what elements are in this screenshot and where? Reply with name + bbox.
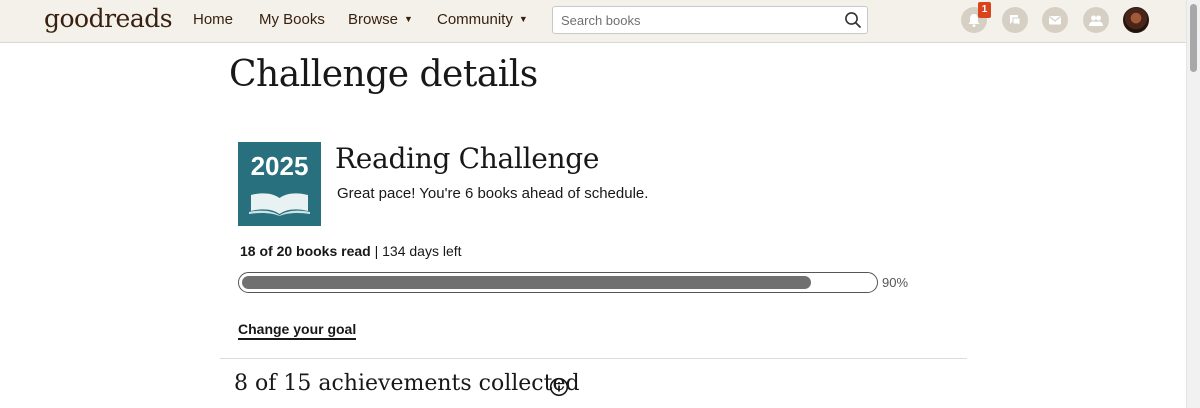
days-left: 134 days left [382, 243, 462, 259]
change-goal-link[interactable]: Change your goal [238, 321, 357, 340]
section-divider [220, 358, 967, 359]
nav-community-label: Community [437, 11, 513, 28]
page-scrollbar[interactable] [1186, 0, 1200, 408]
discussions-icon[interactable] [1002, 7, 1028, 33]
chevron-down-icon: ▼ [404, 14, 413, 24]
challenge-title: Reading Challenge [335, 142, 600, 175]
scrollbar-thumb[interactable] [1190, 4, 1197, 72]
avatar[interactable] [1123, 7, 1149, 33]
goodreads-logo[interactable]: goodreads [44, 4, 173, 33]
progress-bar-fill [242, 276, 811, 289]
friends-icon[interactable] [1083, 7, 1109, 33]
chevron-down-icon: ▼ [518, 14, 528, 24]
achievements-summary: 8 of 15 achievements collected [234, 371, 580, 396]
progress-bar [238, 272, 878, 293]
challenge-year-tile: 2025 [238, 142, 321, 226]
top-navigation-bar: goodreads Home My Books Browse ▼ Communit… [0, 0, 1186, 43]
pace-message: Great pace! You're 6 books ahead of sche… [337, 185, 649, 202]
nav-browse[interactable]: Browse ▼ [348, 11, 413, 28]
progress-summary: 18 of 20 books read | 134 days left [240, 243, 462, 259]
nav-home[interactable]: Home [193, 11, 233, 28]
books-read-count: 18 of 20 books read [240, 243, 371, 259]
nav-browse-label: Browse [348, 11, 399, 28]
search-icon[interactable] [844, 11, 862, 29]
nav-my-books[interactable]: My Books [259, 11, 325, 28]
search-box [552, 6, 868, 34]
page-title: Challenge details [229, 54, 538, 95]
challenge-year: 2025 [250, 151, 309, 181]
nav-home-label: Home [193, 11, 234, 28]
notification-count-badge: 1 [978, 2, 991, 18]
open-book-icon [248, 192, 311, 221]
nav-my-books-label: My Books [259, 11, 325, 28]
progress-percent: 90% [882, 275, 909, 290]
summary-separator: | [370, 243, 383, 259]
nav-community[interactable]: Community ▼ [437, 11, 528, 28]
messages-icon[interactable] [1042, 7, 1068, 33]
info-icon[interactable] [549, 377, 569, 397]
search-input[interactable] [553, 7, 833, 33]
